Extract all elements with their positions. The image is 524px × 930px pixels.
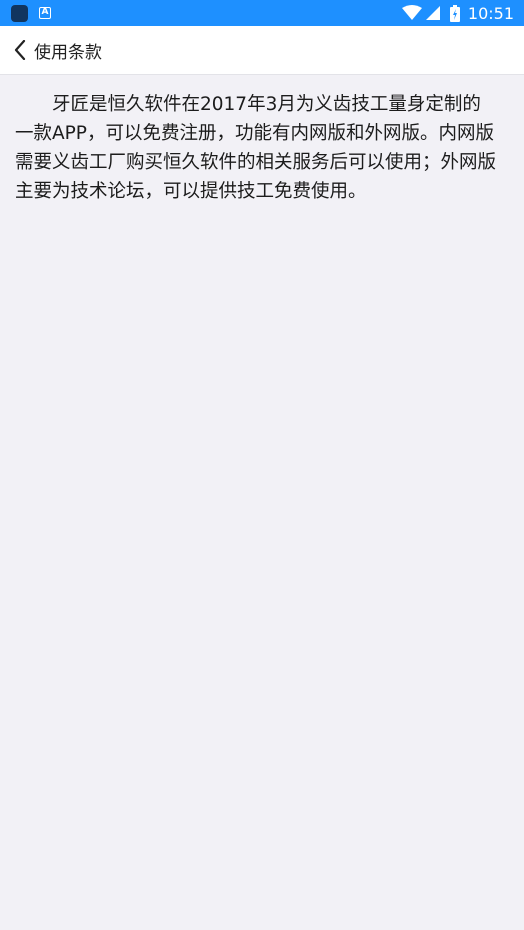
status-bar: A 10:51 (0, 0, 524, 26)
clock-time: 10:51 (467, 3, 514, 23)
chevron-left-icon (14, 40, 26, 60)
a-notification-icon: A (39, 7, 51, 19)
app-notification-icon (11, 5, 28, 22)
battery-icon (449, 4, 460, 22)
wifi-icon (401, 5, 422, 21)
status-icons: 10:51 (401, 0, 514, 26)
terms-paragraph: 牙匠是恒久软件在2017年3月为义齿技工量身定制的一款APP，可以免费注册，功能… (15, 94, 497, 202)
cell-signal-icon (424, 5, 440, 21)
navigation-bar: 使用条款 (0, 26, 524, 75)
page-title: 使用条款 (34, 42, 102, 63)
back-button[interactable]: 使用条款 (0, 26, 110, 74)
